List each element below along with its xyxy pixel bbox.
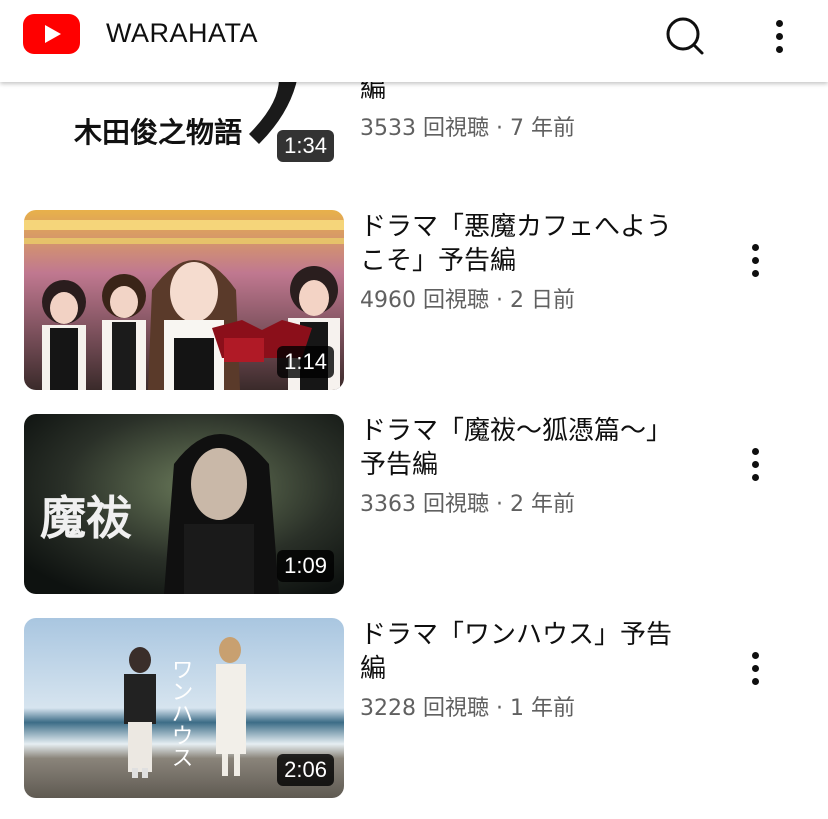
channel-title: WARAHATA xyxy=(106,18,258,48)
view-count: 3363 回視聴 xyxy=(360,492,489,517)
duration-badge: 1:09 xyxy=(277,550,334,582)
video-meta: 3228 回視聴 · 1 年前 xyxy=(360,690,575,722)
more-options-button[interactable] xyxy=(736,236,776,284)
video-thumbnail[interactable]: 1:14 xyxy=(24,210,344,390)
more-options-button[interactable] xyxy=(736,644,776,692)
more-vert-icon xyxy=(736,644,776,692)
meta-separator: · xyxy=(495,288,503,313)
video-title[interactable]: ドラマ「ワンハウス」予告編 xyxy=(360,618,675,686)
video-item[interactable]: ワンハウス 2:06 ドラマ「ワンハウス」予告編 3228 回視聴 · 1 年前 xyxy=(0,618,828,802)
youtube-logo-icon[interactable] xyxy=(23,14,80,54)
duration-badge: 1:14 xyxy=(277,346,334,378)
thumbnail-text: 木田俊之物語 xyxy=(73,116,242,149)
meta-separator: · xyxy=(495,696,503,721)
search-icon xyxy=(666,17,704,55)
more-vert-icon xyxy=(736,440,776,488)
view-count: 3228 回視聴 xyxy=(360,696,489,721)
meta-separator: · xyxy=(495,116,503,141)
video-thumbnail[interactable]: 魔祓 1:09 xyxy=(24,414,344,594)
app-bar: WARAHATA xyxy=(0,0,828,82)
video-title[interactable]: ドラマ「魔祓～狐憑篇～」予告編 xyxy=(360,414,675,482)
thumbnail-text: ワンハウス xyxy=(168,658,193,768)
video-item[interactable]: 1:14 ドラマ「悪魔カフェへようこそ」予告編 4960 回視聴 · 2 日前 xyxy=(0,210,828,394)
meta-separator: · xyxy=(495,492,503,517)
upload-age: 2 日前 xyxy=(509,288,575,313)
upload-age: 2 年前 xyxy=(509,492,575,517)
more-options-button[interactable] xyxy=(736,440,776,488)
video-title[interactable]: ドラマ「悪魔カフェへようこそ」予告編 xyxy=(360,210,675,278)
more-options-button[interactable] xyxy=(760,12,800,60)
more-vert-icon xyxy=(736,236,776,284)
video-item[interactable]: 魔祓 1:09 ドラマ「魔祓～狐憑篇～」予告編 3363 回視聴 · 2 年前 xyxy=(0,414,828,598)
video-meta: 4960 回視聴 · 2 日前 xyxy=(360,282,575,314)
video-list: 木田俊之物語 1:34 編 3533 回視聴 · 7 年前 1:14 ドラマ「悪… xyxy=(0,0,828,819)
search-button[interactable] xyxy=(660,12,708,60)
video-thumbnail[interactable]: ワンハウス 2:06 xyxy=(24,618,344,798)
view-count: 3533 回視聴 xyxy=(360,116,489,141)
video-meta: 3363 回視聴 · 2 年前 xyxy=(360,486,575,518)
upload-age: 7 年前 xyxy=(509,116,575,141)
duration-badge: 1:34 xyxy=(277,130,334,162)
duration-badge: 2:06 xyxy=(277,754,334,786)
video-meta: 3533 回視聴 · 7 年前 xyxy=(360,110,575,142)
thumbnail-text: 魔祓 xyxy=(40,491,132,545)
view-count: 4960 回視聴 xyxy=(360,288,489,313)
upload-age: 1 年前 xyxy=(509,696,575,721)
more-vert-icon xyxy=(760,12,800,60)
